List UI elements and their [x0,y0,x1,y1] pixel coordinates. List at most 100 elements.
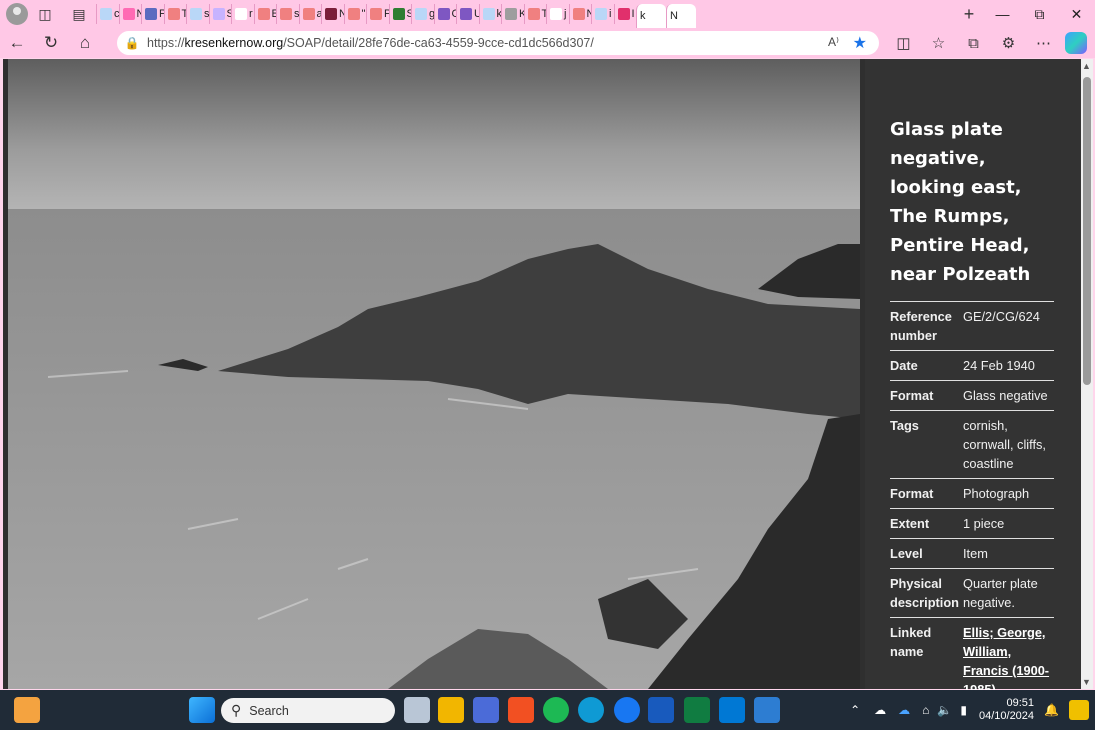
facebook-icon[interactable] [614,697,640,723]
metadata-row: Tags cornish, cornwall, cliffs, coastline [890,410,1054,479]
excel-icon[interactable] [684,697,710,723]
notifications-icon[interactable]: 🔔 [1044,703,1059,717]
spotify-icon[interactable] [543,697,569,723]
workspaces-icon[interactable]: ◫ [28,0,62,28]
browser-tab[interactable]: P [366,4,389,24]
browser-tab[interactable]: i [591,4,614,24]
active-browser-tab[interactable]: N [666,4,696,28]
favorites-icon[interactable]: ☆ [921,28,956,58]
more-menu-icon[interactable]: ⋯ [1026,28,1061,58]
home-icon[interactable]: ⌂ [68,28,102,58]
new-tab-button[interactable]: + [954,4,984,25]
split-screen-icon[interactable]: ◫ [886,28,921,58]
page-scrollbar[interactable]: ▲ ▼ [1081,59,1093,689]
copilot-icon[interactable] [1065,32,1087,54]
browser-tab[interactable]: P [141,4,164,24]
browser-tab[interactable]: s [186,4,209,24]
browser-tab[interactable]: j [546,4,569,24]
tab-favicon-icon [482,8,495,20]
browser-tab[interactable]: S [208,4,231,24]
browser-tab[interactable]: N [568,4,591,24]
metadata-key: Format [890,388,934,403]
minimize-icon[interactable]: — [984,0,1021,28]
lock-icon[interactable]: 🔒 [117,36,147,50]
tab-favicon-icon [145,8,157,20]
browser-tab[interactable]: K [501,4,524,24]
start-menu-icon[interactable] [189,697,215,723]
address-bar[interactable]: 🔒 https://kresenkernow.org/SOAP/detail/2… [117,31,879,55]
scroll-up-icon[interactable]: ▲ [1082,61,1091,71]
volume-icon[interactable]: 🔈 [937,703,952,717]
battery-icon[interactable]: ▮ [960,703,967,717]
clock[interactable]: 09:51 04/10/2024 [979,697,1034,723]
browser-tab[interactable]: c [96,4,119,24]
linked-name-link[interactable]: Ellis; George, William, Francis (1900-19… [963,625,1049,697]
record-title: Glass plate negative, looking east, The … [890,119,1031,285]
edge-icon[interactable] [578,697,604,723]
read-aloud-icon[interactable]: A⁾ [828,35,839,49]
collections-icon[interactable]: ⧉ [956,28,991,58]
tab-label: j [564,8,567,20]
tab-favicon-icon [370,8,382,20]
browser-tab[interactable]: S [388,4,411,24]
weather-widget-icon[interactable] [14,697,40,723]
metadata-key: Format [890,486,934,501]
browser-tab[interactable]: T [523,4,546,24]
browser-tab[interactable]: " [343,4,367,24]
scrollbar-thumb[interactable] [1083,77,1091,385]
browser-tab[interactable]: C [433,4,456,24]
system-tray: ⌃ ☁ ☁ ⌂ 🔈 ▮ 09:51 04/10/2024 🔔 [850,690,1095,730]
browser-tab[interactable]: N [321,4,344,24]
windows-taskbar: ⚲ Search ⌃ ☁ ☁ ⌂ 🔈 ▮ 09:51 04/10/2024 🔔 [0,690,1095,730]
task-view-icon[interactable] [404,697,430,723]
copilot-app-icon[interactable] [473,697,499,723]
tab-strip: ◫ ▤ cNPTsSrEsaN"PSgCUkKTjNiIkN + — ⧉ ✕ [0,0,1095,28]
metadata-value: 1 piece [963,516,1005,531]
tab-list: cNPTsSrEsaN"PSgCUkKTjNiIkN [96,0,954,28]
browser-tab[interactable]: k [478,4,501,24]
browser-tab[interactable]: T [163,4,186,24]
microsoft-store-icon[interactable] [508,697,534,723]
tab-actions-icon[interactable]: ▤ [62,0,96,28]
browser-tab[interactable]: E [253,4,276,24]
browser-tab[interactable]: r [231,4,254,24]
tab-favicon-icon [280,8,292,20]
outlook-icon[interactable] [719,697,745,723]
browser-tab[interactable]: N [118,4,141,24]
tab-favicon-icon [595,8,607,20]
metadata-table: Reference number GE/2/CG/624 Date 24 Feb 19… [890,301,1054,704]
profile-avatar[interactable] [6,3,28,25]
tab-favicon-icon [527,8,540,20]
metadata-value: GE/2/CG/624 [963,309,1040,324]
wifi-icon[interactable]: ⌂ [922,703,929,717]
url-text[interactable]: https://kresenkernow.org/SOAP/detail/28f… [147,36,594,50]
scroll-down-icon[interactable]: ▼ [1082,677,1091,687]
browser-tab[interactable]: I [613,4,637,24]
onedrive-business-icon[interactable]: ☁ [898,703,910,717]
close-window-icon[interactable]: ✕ [1058,0,1095,28]
taskbar-search-input[interactable]: ⚲ Search [221,698,395,723]
show-hidden-icons[interactable]: ⌃ [850,703,860,717]
active-browser-tab[interactable]: k [636,4,666,28]
onedrive-icon[interactable]: ☁ [874,703,886,717]
favorite-star-icon[interactable]: ★ [853,33,867,53]
tab-favicon-icon [122,8,135,20]
word-icon[interactable] [648,697,674,723]
browser-tab[interactable]: a [298,4,321,24]
browser-tab[interactable]: g [411,4,434,24]
browser-tab[interactable]: U [456,4,479,24]
tab-favicon-icon [190,8,202,20]
back-icon[interactable]: ← [0,28,34,58]
file-explorer-icon[interactable] [438,697,464,723]
record-details-panel: Glass plate negative, looking east, The … [865,59,1082,697]
metadata-key: Extent [890,516,930,531]
paint-icon[interactable] [754,697,780,723]
extensions-icon[interactable]: ⚙ [991,28,1026,58]
metadata-key: Reference number [890,309,952,343]
metadata-value: 24 Feb 1940 [963,358,1035,373]
metadata-value: Quarter plate negative. [963,576,1038,610]
restore-icon[interactable]: ⧉ [1021,0,1058,28]
metadata-row: Extent 1 piece [890,508,1054,539]
browser-tab[interactable]: s [276,4,299,24]
refresh-icon[interactable]: ↻ [34,28,68,58]
